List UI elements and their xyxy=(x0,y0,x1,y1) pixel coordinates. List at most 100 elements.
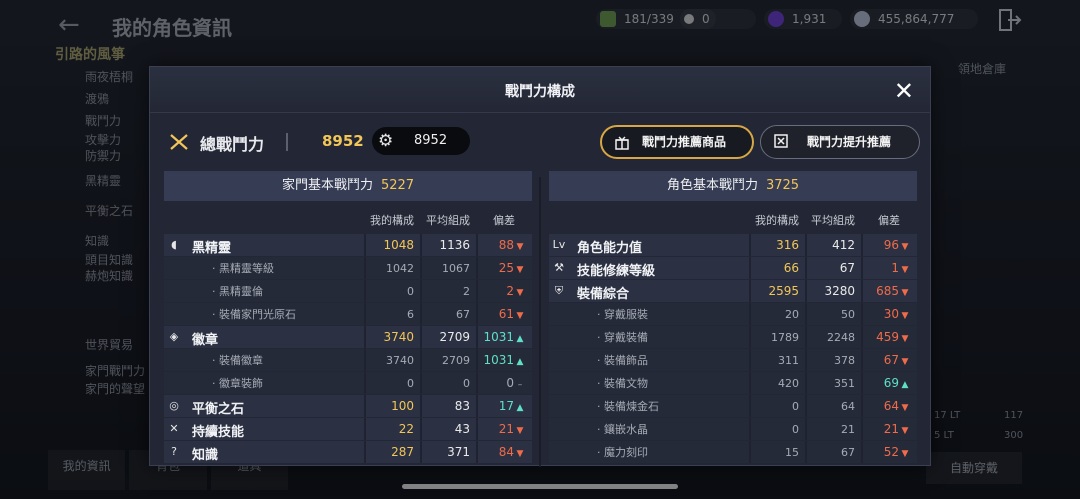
family-stats-table: ◖ 黑精靈 1048 1136 88 ▼ · 黑精靈等級 1042 1067 25 ▼ · 黑精靈倫 0… xyxy=(164,233,532,464)
header-diff: 偏差 xyxy=(493,214,515,227)
balance-stone-icon: ◎ xyxy=(169,399,179,412)
stat-mine: 66 xyxy=(749,257,805,279)
stat-name: · 裝備家門光原石 xyxy=(212,308,296,321)
stat-avg: 0 xyxy=(420,372,476,394)
arrow-down-icon: ▼ xyxy=(901,403,909,413)
stat-avg: 43 xyxy=(420,418,476,440)
stat-diff-value: 459 xyxy=(876,330,899,344)
stat-name-cell: ◖ 黑精靈 xyxy=(164,234,364,256)
header-mine: 我的構成 xyxy=(370,214,414,227)
stat-diff-value: 1031 xyxy=(483,330,514,344)
stat-avg: 67 xyxy=(805,441,861,463)
total-combat-power-label: 總戰鬥力 xyxy=(200,135,265,154)
stat-diff-value: 21 xyxy=(498,422,514,436)
arrow-up-icon: ▲ xyxy=(901,380,909,390)
arrow-down-icon: ▼ xyxy=(516,311,524,321)
stat-subrow: · 裝備煉金石 0 64 64 ▼ xyxy=(549,395,917,417)
stat-subrow: · 魔力刻印 15 67 52 ▼ xyxy=(549,441,917,463)
stat-name: · 黑精靈等級 xyxy=(212,262,274,275)
arrow-up-icon: ▲ xyxy=(516,334,524,344)
family-combat-power-column: 家門基本戰鬥力 5227 我的構成 平均組成 偏差 ◖ 黑精靈 1048 1136 88 ▼… xyxy=(164,171,532,464)
stat-diff-value: 1 xyxy=(891,261,899,275)
stat-mine: 0 xyxy=(364,280,420,302)
stat-name-cell: · 徽章裝飾 xyxy=(164,372,364,394)
stat-row: ◎ 平衡之石 100 83 17 ▲ xyxy=(164,395,532,417)
stat-name: · 鑲嵌水晶 xyxy=(597,423,648,436)
stat-avg: 83 xyxy=(420,395,476,417)
improve-recommend-button[interactable]: 戰鬥力提升推薦 xyxy=(760,125,920,159)
stat-subrow: · 穿戴裝備 1789 2248 459 ▼ xyxy=(549,326,917,348)
arrow-down-icon: ▼ xyxy=(901,288,909,298)
stat-avg: 2709 xyxy=(420,326,476,348)
stat-subrow: · 裝備徽章 3740 2709 1031 ▲ xyxy=(164,349,532,371)
stat-diff: 459 ▼ xyxy=(861,326,917,348)
stat-mine: 311 xyxy=(749,349,805,371)
stat-name: 裝備綜合 xyxy=(577,287,630,302)
dash-icon: – xyxy=(517,380,523,390)
stat-avg: 371 xyxy=(420,441,476,463)
stat-avg: 412 xyxy=(805,234,861,256)
stat-name: · 黑精靈倫 xyxy=(212,285,263,298)
combat-power-pill-value: 8952 xyxy=(414,133,448,148)
character-value: 3725 xyxy=(765,178,800,193)
stat-avg: 50 xyxy=(805,303,861,325)
improve-recommend-label: 戰鬥力提升推薦 xyxy=(807,135,892,149)
stat-avg: 1067 xyxy=(420,257,476,279)
stat-diff: 0– xyxy=(476,372,532,394)
stat-avg: 351 xyxy=(805,372,861,394)
stat-avg: 2248 xyxy=(805,326,861,348)
arrow-down-icon: ▼ xyxy=(901,357,909,367)
knowledge-icon: ? xyxy=(171,445,177,458)
stat-diff: 30 ▼ xyxy=(861,303,917,325)
stat-name: 技能修練等級 xyxy=(577,264,656,279)
gear-icon: ⚙ xyxy=(378,131,394,151)
header-avg: 平均組成 xyxy=(811,214,855,227)
stat-subrow: · 裝備飾品 311 378 67 ▼ xyxy=(549,349,917,371)
stat-name-cell: · 穿戴裝備 xyxy=(549,326,749,348)
stat-mine: 20 xyxy=(749,303,805,325)
stat-mine: 3740 xyxy=(364,349,420,371)
divider xyxy=(286,133,288,151)
stat-avg: 3280 xyxy=(805,280,861,302)
skill-icon: ✕ xyxy=(169,422,179,435)
stat-mine: 15 xyxy=(749,441,805,463)
stat-diff-value: 88 xyxy=(498,238,514,252)
stat-name: · 裝備煉金石 xyxy=(597,400,659,413)
stat-avg: 1136 xyxy=(420,234,476,256)
arrow-down-icon: ▼ xyxy=(516,449,524,459)
stat-mine: 420 xyxy=(749,372,805,394)
stat-name: 徽章 xyxy=(192,333,219,348)
stat-row: Lv 角色能力值 316 412 96 ▼ xyxy=(549,234,917,256)
stat-name: · 裝備文物 xyxy=(597,377,648,390)
stat-name: · 穿戴服裝 xyxy=(597,308,648,321)
stat-row: ⛨ 裝備綜合 2595 3280 685 ▼ xyxy=(549,280,917,302)
close-icon[interactable]: ✕ xyxy=(894,77,914,105)
stat-diff-value: 67 xyxy=(883,353,899,367)
stat-avg: 67 xyxy=(420,303,476,325)
stat-diff: 64 ▼ xyxy=(861,395,917,417)
stat-diff-value: 21 xyxy=(883,422,899,436)
stat-mine: 3740 xyxy=(364,326,420,348)
stat-mine: 316 xyxy=(749,234,805,256)
recommend-goods-label: 戰鬥力推薦商品 xyxy=(642,135,727,149)
combat-power-settings-pill[interactable]: ⚙ 8952 xyxy=(372,127,470,155)
stat-name-cell: ⚒ 技能修練等級 xyxy=(549,257,749,279)
armor-icon: ⛨ xyxy=(554,284,564,297)
stat-mine: 0 xyxy=(749,418,805,440)
recommend-goods-button[interactable]: 戰鬥力推薦商品 xyxy=(600,125,754,159)
stat-subrow: · 裝備文物 420 351 69 ▲ xyxy=(549,372,917,394)
stat-diff: 1 ▼ xyxy=(861,257,917,279)
stat-diff-value: 52 xyxy=(883,445,899,459)
stat-avg: 378 xyxy=(805,349,861,371)
stat-diff-value: 2 xyxy=(506,284,514,298)
home-indicator xyxy=(402,484,678,489)
header-spacer xyxy=(549,209,749,233)
stat-diff: 2 ▼ xyxy=(476,280,532,302)
stat-name-cell: ◈ 徽章 xyxy=(164,326,364,348)
stat-row: ⚒ 技能修練等級 66 67 1 ▼ xyxy=(549,257,917,279)
table-header: 我的構成 平均組成 偏差 xyxy=(549,209,917,233)
arrow-down-icon: ▼ xyxy=(901,449,909,459)
stat-name-cell: · 鑲嵌水晶 xyxy=(549,418,749,440)
stat-name-cell: · 裝備徽章 xyxy=(164,349,364,371)
stat-mine: 22 xyxy=(364,418,420,440)
